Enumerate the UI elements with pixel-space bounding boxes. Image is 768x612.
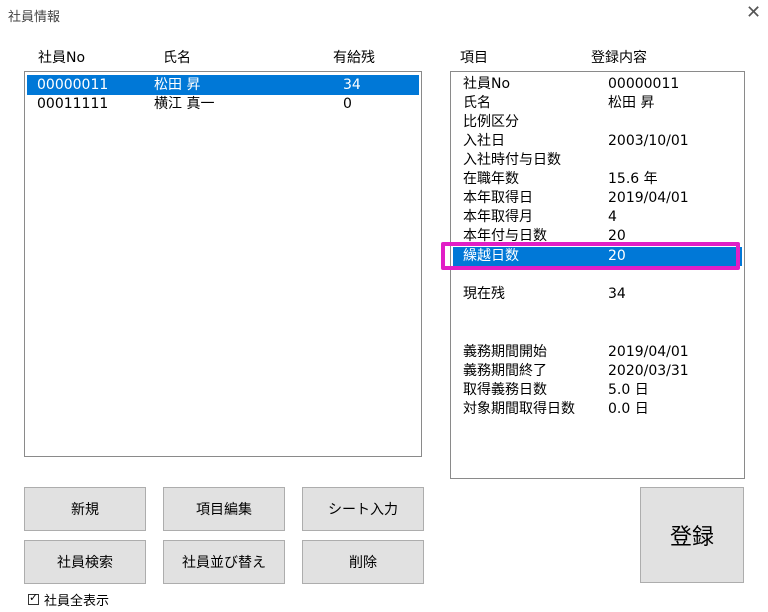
list-header-name: 氏名 (163, 50, 191, 66)
detail-label: 比例区分 (463, 114, 519, 130)
detail-label: 在職年数 (463, 171, 519, 187)
detail-row[interactable]: 入社日 2003/10/01 (453, 132, 742, 151)
detail-label: 社員No (463, 76, 511, 92)
employee-list[interactable]: 00000011 松田 昇 34 00011111 横江 真一 0 (24, 71, 422, 457)
list-header-no: 社員No (38, 50, 86, 66)
detail-row[interactable]: 本年取得日 2019/04/01 (453, 189, 742, 208)
detail-label: 現在残 (463, 286, 505, 302)
employee-name: 横江 真一 (154, 96, 215, 112)
selection-highlight-box (441, 242, 740, 270)
detail-value: 0.0 日 (608, 401, 649, 417)
detail-list[interactable]: 社員No 00000011 氏名 松田 昇 比例区分 入社日 2003/10/01 入… (450, 71, 745, 479)
sheet-input-button[interactable]: シート入力 (302, 487, 424, 531)
detail-value: 4 (608, 209, 617, 225)
employee-row[interactable]: 00000011 松田 昇 34 (27, 75, 419, 95)
employee-search-button[interactable]: 社員検索 (24, 540, 146, 584)
detail-value: 00000011 (608, 76, 680, 92)
check-icon: ✓ (29, 591, 39, 604)
edit-items-button[interactable]: 項目編集 (163, 487, 285, 531)
detail-row[interactable]: 入社時付与日数 (453, 151, 742, 170)
detail-row[interactable]: 取得義務日数 5.0 日 (453, 381, 742, 400)
employee-remaining: 34 (343, 77, 361, 93)
detail-label: 入社時付与日数 (463, 152, 561, 168)
employee-no: 00011111 (37, 96, 109, 112)
delete-button[interactable]: 削除 (302, 540, 424, 584)
detail-row[interactable]: 義務期間終了 2020/03/31 (453, 362, 742, 381)
detail-row[interactable]: 社員No 00000011 (453, 75, 742, 94)
detail-row[interactable]: 義務期間開始 2019/04/01 (453, 343, 742, 362)
detail-row[interactable]: 比例区分 (453, 113, 742, 132)
detail-value: 2019/04/01 (608, 344, 689, 360)
detail-label: 取得義務日数 (463, 382, 547, 398)
detail-header-item: 項目 (460, 50, 488, 66)
detail-label: 入社日 (463, 133, 505, 149)
detail-row[interactable]: 本年取得月 4 (453, 208, 742, 227)
detail-label: 義務期間終了 (463, 363, 547, 379)
detail-row[interactable]: 現在残 34 (453, 285, 742, 304)
detail-label: 義務期間開始 (463, 344, 547, 360)
detail-value: 2019/04/01 (608, 190, 689, 206)
detail-row[interactable]: 在職年数 15.6 年 (453, 170, 742, 189)
detail-label: 氏名 (463, 95, 491, 111)
show-all-employees-checkbox[interactable]: ✓ 社員全表示 (28, 590, 109, 609)
detail-row[interactable]: 対象期間取得日数 0.0 日 (453, 400, 742, 419)
register-button[interactable]: 登録 (640, 487, 744, 583)
checkbox-label: 社員全表示 (44, 594, 110, 609)
detail-row[interactable]: 氏名 松田 昇 (453, 94, 742, 113)
employee-no: 00000011 (37, 77, 109, 93)
employee-row[interactable]: 00011111 横江 真一 0 (27, 94, 419, 114)
detail-label: 本年取得日 (463, 190, 533, 206)
detail-value: 34 (608, 286, 626, 302)
detail-value: 2003/10/01 (608, 133, 689, 149)
detail-value: 松田 昇 (608, 95, 655, 111)
detail-label: 対象期間取得日数 (463, 401, 575, 417)
checkbox-box[interactable]: ✓ (28, 591, 39, 605)
close-icon[interactable]: ✕ (746, 2, 761, 24)
employee-remaining: 0 (343, 96, 352, 112)
new-button[interactable]: 新規 (24, 487, 146, 531)
detail-label: 本年取得月 (463, 209, 533, 225)
employee-sort-button[interactable]: 社員並び替え (163, 540, 285, 584)
detail-value: 2020/03/31 (608, 363, 689, 379)
detail-value: 5.0 日 (608, 382, 649, 398)
detail-value: 15.6 年 (608, 171, 658, 187)
employee-name: 松田 昇 (154, 77, 201, 93)
detail-header-content: 登録内容 (591, 50, 647, 66)
window-title: 社員情報 (8, 10, 61, 25)
list-header-remaining: 有給残 (333, 50, 375, 66)
